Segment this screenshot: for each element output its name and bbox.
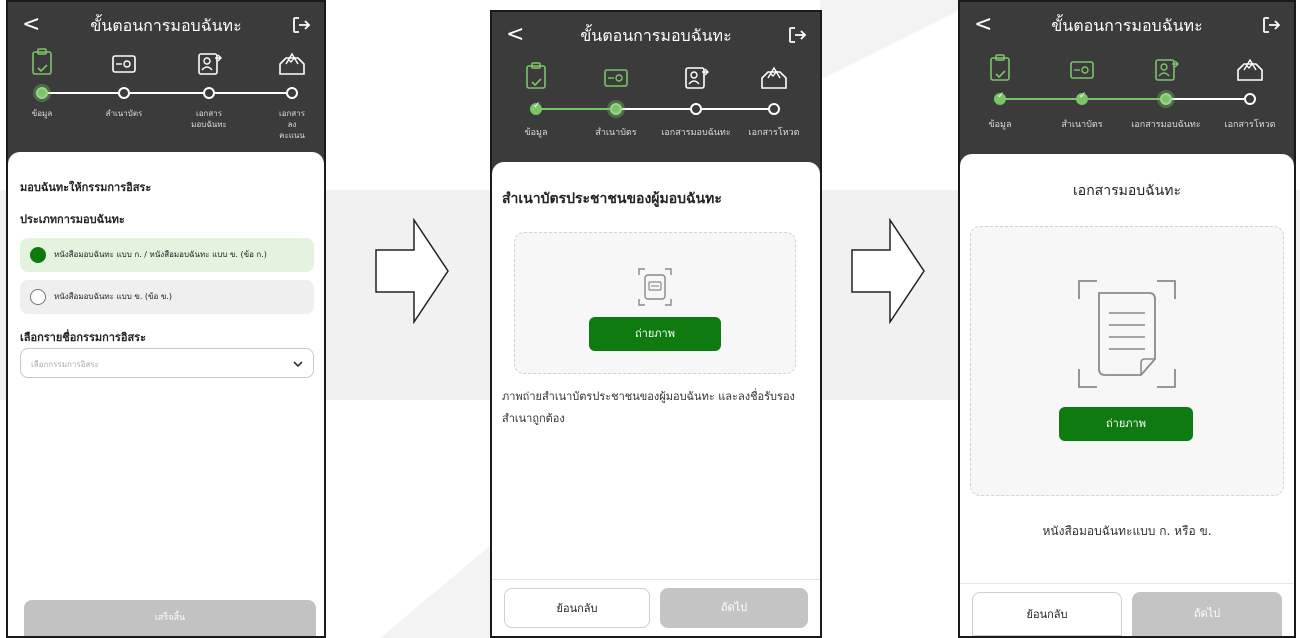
- screen-proxy-document: < ขั้นตอนการมอบฉันทะ ข้อมูล สำเนาบัตร เอ…: [958, 0, 1296, 638]
- proxy-option-a-label: หนังสือมอบฉันทะ แบบ ก. / หนังสือมอบฉันทะ…: [54, 250, 267, 259]
- header: < ขั้นตอนการมอบฉันทะ ข้อมูล สำเนาบัตร เอ…: [960, 2, 1294, 152]
- logout-icon[interactable]: [290, 14, 312, 36]
- step-label-id-copy: สำเนาบัตร: [105, 109, 143, 118]
- step-dot-info: [530, 101, 542, 115]
- step-dot-vote-docs: [1244, 93, 1256, 105]
- clipboard-icon: [526, 62, 546, 89]
- id-card-scan-icon: [638, 268, 672, 306]
- step-label-vote-docs: เอกสารลง คะแนน: [278, 109, 306, 140]
- document-share-icon: [685, 67, 709, 89]
- clipboard-icon: [32, 48, 52, 75]
- step-dot-vote-docs: [768, 103, 780, 115]
- screen-information: < ขั้นตอนการมอบฉันทะ ข้อมูล สำเนาบัตร เอ…: [6, 0, 326, 638]
- proxy-option-b[interactable]: หนังสือมอบฉันทะ แบบ ข. (ข้อ ข.): [20, 280, 314, 314]
- step-label-info: ข้อมูล: [988, 120, 1012, 130]
- chevron-down-icon: [293, 361, 303, 368]
- proxy-type-title: ประเภทการมอบฉันทะ: [20, 213, 125, 226]
- logout-icon[interactable]: [1260, 14, 1282, 36]
- step-label-id-copy: สำเนาบัตร: [1061, 120, 1103, 130]
- screen-id-copy: < ขั้นตอนการมอบฉันทะ ข้อมูล สำเนาบัตร เอ…: [490, 10, 822, 638]
- step-label-vote-docs: เอกสารโหวต: [748, 128, 800, 138]
- photo-dropzone[interactable]: ถ่ายภาพ: [514, 232, 796, 374]
- back-button[interactable]: ย้อนกลับ: [972, 592, 1122, 636]
- proxy-option-b-label: หนังสือมอบฉันทะ แบบ ข. (ข้อ ข.): [54, 292, 173, 301]
- id-card-icon: [112, 55, 136, 73]
- id-card-icon: [604, 69, 628, 87]
- upload-card: เอกสารมอบฉันทะ ถ่ายภาพ หนังสือมอบฉันทะแบ…: [960, 154, 1294, 636]
- step-dot-id-copy: [118, 87, 130, 99]
- finish-button[interactable]: เสร็จสิ้น: [24, 600, 316, 636]
- step-track: [1166, 98, 1250, 100]
- document-share-icon: [198, 53, 222, 75]
- upload-card: สำเนาบัตรประชาชนของผู้มอบฉันทะ ถ่ายภาพ ภ…: [492, 162, 820, 636]
- step-dot-id-copy: [610, 103, 622, 115]
- header: < ขั้นตอนการมอบฉันทะ ข้อมูล สำเนาบัตร เอ…: [492, 12, 820, 162]
- step-track-done: [536, 108, 616, 110]
- page-title: ขั้นตอนการมอบฉันทะ: [580, 26, 732, 45]
- document-scan-icon: [1078, 280, 1176, 388]
- step-track: [48, 92, 292, 94]
- next-button[interactable]: ถัดไป: [1132, 592, 1282, 636]
- director-select[interactable]: เลือกกรรมการอิสระ: [20, 348, 314, 378]
- page-title: ขั้นตอนการมอบฉันทะ: [1051, 16, 1203, 35]
- section-title: สำเนาบัตรประชาชนของผู้มอบฉันทะ: [502, 191, 722, 207]
- step-label-proxy-docs: เอกสารมอบฉันทะ: [661, 128, 731, 138]
- background-shape: [820, 0, 980, 80]
- divider: [960, 583, 1294, 584]
- radio-selected[interactable]: [30, 247, 46, 263]
- step-label-info: ข้อมูล: [524, 128, 548, 138]
- step-label-proxy-docs: เอกสาร มอบฉันทะ: [191, 109, 227, 129]
- section-title: เอกสารมอบฉันทะ: [1073, 183, 1181, 199]
- director-title: เลือกรายชื่อกรรมการอิสระ: [20, 331, 146, 344]
- step-icons: [492, 60, 820, 96]
- photo-dropzone[interactable]: ถ่ายภาพ: [970, 226, 1284, 496]
- ballot-box-icon: [279, 52, 305, 75]
- document-share-icon: [1155, 59, 1179, 81]
- step-dot-id-copy: [1076, 91, 1088, 105]
- id-card-icon: [1070, 61, 1094, 79]
- section-title: มอบฉันทะให้กรรมการอิสระ: [20, 181, 152, 194]
- divider: [492, 579, 820, 580]
- id-copy-description: ภาพถ่ายสำเนาบัตรประชาชนของผู้มอบฉันทะ แล…: [502, 390, 795, 425]
- take-photo-button[interactable]: ถ่ายภาพ: [1059, 407, 1193, 441]
- page-title: ขั้นตอนการมอบฉันทะ: [90, 16, 242, 35]
- proxy-option-a[interactable]: หนังสือมอบฉันทะ แบบ ก. / หนังสือมอบฉันทะ…: [20, 238, 314, 272]
- step-label-vote-docs: เอกสารโหวต: [1224, 120, 1276, 130]
- ballot-box-icon: [1237, 58, 1263, 81]
- step-dot-proxy-docs: [690, 103, 702, 115]
- next-button[interactable]: ถัดไป: [660, 588, 808, 628]
- step-icons: [960, 52, 1294, 88]
- take-photo-button[interactable]: ถ่ายภาพ: [589, 317, 721, 351]
- step-label-info: ข้อมูล: [31, 109, 53, 118]
- step-dot-vote-docs: [286, 87, 298, 99]
- header: < ขั้นตอนการมอบฉันทะ ข้อมูล สำเนาบัตร เอ…: [8, 2, 324, 152]
- step-dot-info: [36, 87, 48, 99]
- step-label-proxy-docs: เอกสารมอบฉันทะ: [1131, 120, 1201, 130]
- step-dot-proxy-docs: [203, 87, 215, 99]
- director-select-placeholder: เลือกกรรมการอิสระ: [31, 360, 99, 369]
- logout-icon[interactable]: [786, 24, 808, 46]
- step-icons: [8, 46, 324, 82]
- step-dot-proxy-docs: [1160, 93, 1172, 105]
- step-label-id-copy: สำเนาบัตร: [595, 128, 637, 138]
- arrow-right-icon: [851, 218, 925, 324]
- clipboard-icon: [990, 54, 1010, 81]
- back-button[interactable]: ย้อนกลับ: [504, 588, 650, 628]
- ballot-box-icon: [761, 66, 787, 89]
- step-dot-info: [994, 91, 1006, 105]
- arrow-right-icon: [375, 218, 449, 324]
- radio-unselected[interactable]: [30, 289, 46, 305]
- form-card: มอบฉันทะให้กรรมการอิสระ ประเภทการมอบฉันท…: [8, 152, 324, 636]
- proxy-document-caption: หนังสือมอบฉันทะแบบ ก. หรือ ข.: [1042, 524, 1212, 538]
